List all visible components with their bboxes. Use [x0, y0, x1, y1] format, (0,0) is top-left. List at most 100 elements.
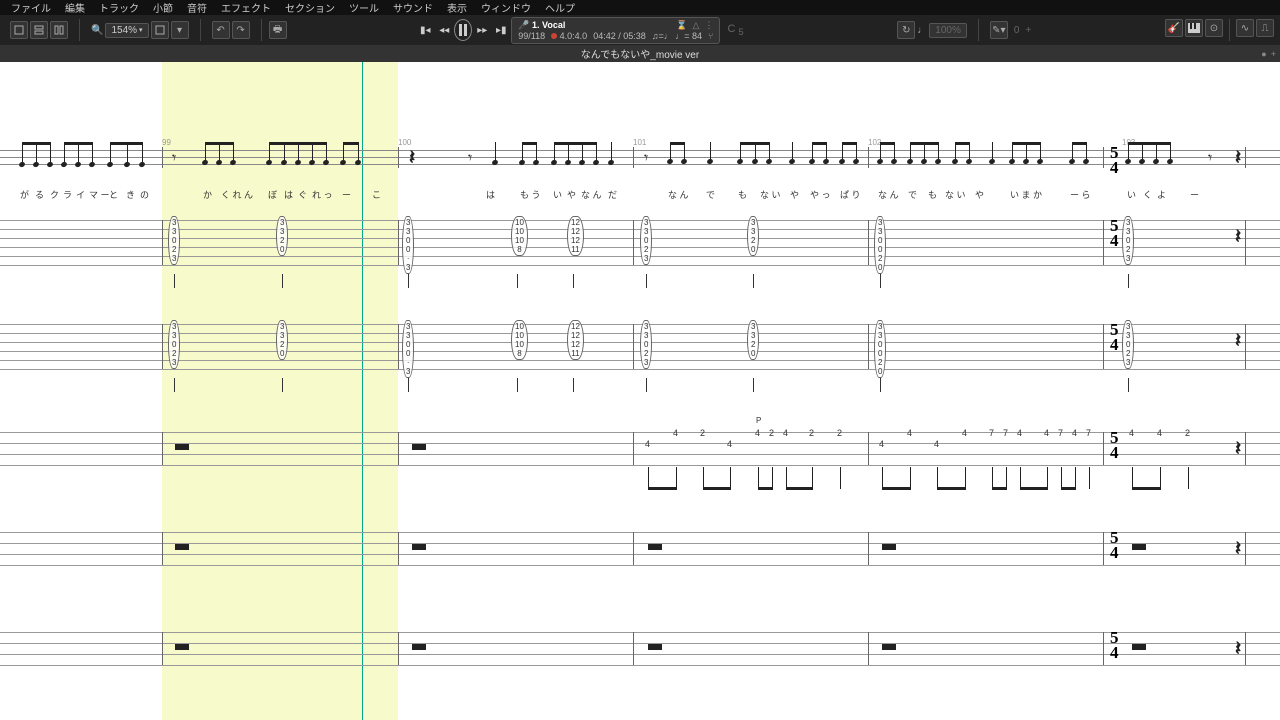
bass-fret: 2 [1185, 428, 1190, 438]
lyric-syllable: は [486, 188, 495, 201]
tuning-fork-icon[interactable]: ⑂ [708, 31, 713, 41]
zoom-dropdown[interactable]: 154%▾ [105, 23, 148, 38]
close-tab-icon[interactable]: ● [1261, 49, 1266, 59]
lyric-syllable: や [790, 188, 799, 201]
more-icon[interactable]: ⋮ [704, 20, 713, 31]
document-tab[interactable]: なんでもないや_movie ver [567, 45, 713, 62]
guitar-icon[interactable]: 🎸 [1165, 19, 1183, 37]
bass-fret: 7 [1058, 428, 1063, 438]
bass-fret: 2 [837, 428, 842, 438]
rest [175, 444, 189, 450]
lyric-syllable: ー [342, 188, 351, 201]
tab-chord: 12 12 12 11 [567, 320, 584, 360]
menu-note[interactable]: 音符 [180, 0, 214, 17]
bass-fret: 4 [1157, 428, 1162, 438]
menu-section[interactable]: セクション [278, 0, 342, 17]
fit-icon[interactable] [151, 21, 169, 39]
empty-staff-2 [0, 632, 1280, 665]
bass-fret: 4 [727, 439, 732, 449]
transpose-up[interactable]: + [1025, 25, 1031, 36]
new-tab-icon[interactable]: + [1271, 49, 1276, 59]
lyric-syllable: ク [50, 188, 59, 201]
fast-forward-icon[interactable]: ▸▸ [473, 19, 491, 41]
bass-fret: 4 [962, 428, 967, 438]
loop-icon[interactable]: ↻ [897, 21, 915, 39]
lyric-syllable: こ [372, 188, 381, 201]
play-pause-button[interactable] [454, 19, 472, 41]
lyric-syllable: だ [608, 188, 617, 201]
menu-help[interactable]: ヘルプ [538, 0, 582, 17]
rest [412, 544, 426, 550]
layout-single-icon[interactable] [10, 21, 28, 39]
bass-fret: 7 [1086, 428, 1091, 438]
bass-fret: 4 [673, 428, 678, 438]
bass-fret: 2 [809, 428, 814, 438]
redo-icon[interactable]: ↷ [232, 21, 250, 39]
menu-bar-m[interactable]: 小節 [146, 0, 180, 17]
fit-width-icon[interactable]: ▾ [171, 21, 189, 39]
menu-window[interactable]: ウィンドウ [474, 0, 538, 17]
menu-view[interactable]: 表示 [440, 0, 474, 17]
rest [412, 444, 426, 450]
menu-sound[interactable]: サウンド [386, 0, 440, 17]
layout-horizontal-icon[interactable] [30, 21, 48, 39]
menu-effect[interactable]: エフェクト [214, 0, 278, 17]
tempo-note-icon: ♩ [917, 25, 927, 36]
speed-display[interactable]: 100% [929, 23, 967, 38]
empty-staff-1 [0, 532, 1280, 565]
drums-icon[interactable]: ⊙ [1205, 19, 1223, 37]
edit-icon[interactable]: ✎▾ [990, 21, 1008, 39]
menu-edit[interactable]: 編集 [58, 0, 92, 17]
lyric-syllable: イ [76, 188, 85, 201]
hourglass-icon: ⌛ [676, 20, 687, 31]
time-signature: 54 [1110, 430, 1119, 460]
menu-track[interactable]: トラック [92, 0, 146, 17]
bass-fret: 4 [1017, 428, 1022, 438]
rest [648, 544, 662, 550]
key-display: C 5 [727, 23, 743, 37]
track-display[interactable]: 🎤 1. Vocal ⌛△⋮ 99/118 4.0:4.0 04:42 / 05… [511, 17, 720, 44]
rewind-icon[interactable]: ◂◂ [435, 19, 453, 41]
print-icon[interactable]: 🖶 [269, 21, 287, 39]
piano-icon[interactable] [1185, 19, 1203, 37]
lyric-syllable: や [975, 188, 984, 201]
measure-number: 99 [162, 138, 171, 147]
metronome-icon[interactable]: △ [693, 20, 700, 31]
go-start-icon[interactable]: ▮◂ [416, 19, 434, 41]
bass-fret: 2 [769, 428, 774, 438]
time-signature: 54 [1110, 322, 1119, 352]
menu-bar: ファイル 編集 トラック 小節 音符 エフェクト セクション ツール サウンド … [0, 0, 1280, 15]
bass-fret: 4 [907, 428, 912, 438]
lyric-syllable: ぐ [298, 188, 307, 201]
lyric-syllable: な ん [878, 188, 899, 201]
menu-tool[interactable]: ツール [342, 0, 386, 17]
score-area[interactable]: がるクライマ ーときのかく れ んぼはぐれ っーこはも ういやな んだな んでも… [0, 62, 1280, 720]
menu-file[interactable]: ファイル [4, 0, 58, 17]
measure-number: 101 [633, 138, 646, 147]
time-signature: 54 [1110, 630, 1119, 660]
eq-icon[interactable]: ⎍ [1256, 19, 1274, 37]
lyric-syllable: や [567, 188, 576, 201]
mixer-icon[interactable]: ∿ [1236, 19, 1254, 37]
lyric-syllable: と [109, 188, 118, 201]
lyric-syllable: も [738, 188, 747, 201]
rest [648, 644, 662, 650]
time-signature: 54 [1110, 145, 1119, 175]
bass-fret: 4 [1044, 428, 1049, 438]
lyric-syllable: ぼ [268, 188, 277, 201]
transpose-display: 0 [1010, 25, 1024, 36]
toolbar: 🔍 154%▾ ▾ ↶ ↷ 🖶 ▮◂ ◂◂ ▸▸ ▸▮ 🎤 1. Vocal ⌛… [0, 15, 1280, 45]
bass-fret: 4 [1072, 428, 1077, 438]
lyric-syllable: ぱ り [840, 188, 861, 201]
rest [175, 644, 189, 650]
go-end-icon[interactable]: ▸▮ [492, 19, 510, 41]
lyric-syllable: か [203, 188, 212, 201]
lyric-syllable: や っ [810, 188, 831, 201]
lyric-syllable: も [928, 188, 937, 201]
undo-icon[interactable]: ↶ [212, 21, 230, 39]
layout-vertical-icon[interactable] [50, 21, 68, 39]
tab-chord: 10 10 10 8 [511, 320, 528, 360]
bass-fret: 4 [645, 439, 650, 449]
transport: ▮◂ ◂◂ ▸▸ ▸▮ 🎤 1. Vocal ⌛△⋮ 99/118 4.0:4.… [416, 17, 743, 44]
lyric-syllable: な い [760, 188, 781, 201]
